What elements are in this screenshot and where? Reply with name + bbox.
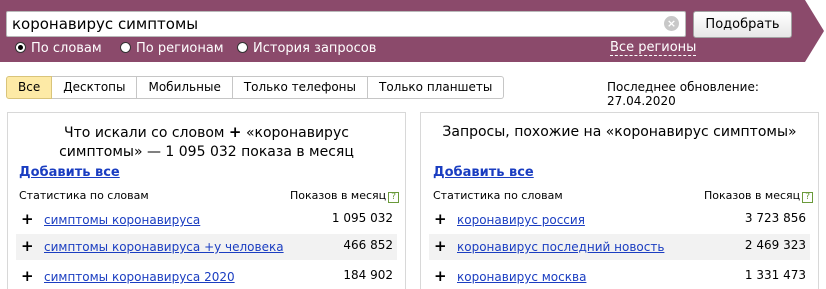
panel-title: Запросы, похожие на «коронавирус симптом… [442, 124, 797, 140]
title-text: Что искали со словом [64, 125, 225, 141]
mode-label: По регионам [136, 41, 224, 56]
impressions-count: 184 902 [343, 268, 393, 282]
add-plus-icon[interactable]: + [434, 267, 447, 285]
add-all-link[interactable]: Добавить все [19, 165, 120, 180]
plus-icon: + [228, 123, 242, 141]
mode-label: История запросов [253, 41, 377, 56]
table-row: + симптомы коронавируса +у человека 466 … [16, 234, 397, 260]
col-count-label: Показов в месяц [290, 189, 387, 202]
related-words-panel: Что искали со словом + «коронавирус симп… [7, 112, 406, 289]
device-tabs: Все Десктопы Мобильные Только телефоны Т… [6, 76, 505, 99]
col-count: Показов в месяц? [290, 189, 400, 203]
panel-subtitle: симптомы» — 1 095 032 показа в месяц [59, 144, 354, 160]
clear-icon[interactable]: × [664, 16, 679, 31]
col-words: Статистика по словам [433, 189, 563, 202]
tab-all[interactable]: Все [6, 76, 53, 99]
table-row: + симптомы коронавируса 2020 184 902 [16, 264, 397, 289]
phrase-link[interactable]: коронавирус москва [457, 269, 586, 285]
search-input[interactable]: коронавирус симптомы [6, 11, 686, 37]
submit-button[interactable]: Подобрать [693, 11, 792, 38]
radio-history[interactable] [237, 42, 248, 53]
add-plus-icon[interactable]: + [21, 237, 34, 255]
add-plus-icon[interactable]: + [21, 210, 34, 228]
col-words: Статистика по словам [19, 189, 149, 202]
add-plus-icon[interactable]: + [434, 210, 447, 228]
add-plus-icon[interactable]: + [434, 237, 447, 255]
impressions-count: 3 723 856 [744, 211, 806, 225]
last-update: Последнее обновление: 27.04.2020 [607, 80, 759, 108]
mode-label: По словам [31, 41, 102, 56]
tab-mobile[interactable]: Мобильные [137, 76, 233, 99]
phrase-link[interactable]: симптомы коронавируса 2020 [44, 269, 235, 285]
col-count: Показов в месяц? [704, 189, 814, 203]
tab-tablets-only[interactable]: Только планшеты [368, 76, 505, 99]
tab-phones-only[interactable]: Только телефоны [232, 76, 368, 99]
phrase-link[interactable]: коронавирус россия [457, 212, 585, 228]
impressions-count: 2 469 323 [744, 238, 806, 252]
table-row: + симптомы коронавируса 1 095 032 [16, 207, 397, 233]
mode-history[interactable]: История запросов [237, 41, 376, 57]
table-row: + коронавирус последний новость 2 469 32… [429, 234, 810, 260]
impressions-count: 1 331 473 [744, 268, 806, 282]
tab-desktops[interactable]: Десктопы [52, 76, 138, 99]
impressions-count: 466 852 [343, 238, 393, 252]
table-row: + коронавирус россия 3 723 856 [429, 207, 810, 233]
similar-queries-panel: Запросы, похожие на «коронавирус симптом… [420, 112, 819, 289]
help-icon[interactable]: ? [388, 192, 400, 203]
phrase-link[interactable]: симптомы коронавируса +у человека [44, 239, 284, 255]
add-all-link[interactable]: Добавить все [433, 165, 534, 180]
mode-by-words[interactable]: По словам [15, 41, 102, 57]
phrase-link[interactable]: коронавирус последний новость [457, 239, 664, 255]
help-icon[interactable]: ? [802, 192, 814, 203]
title-text: «коронавирус [245, 125, 349, 141]
radio-by-words[interactable] [15, 42, 26, 53]
table-row: + коронавирус москва 1 331 473 [429, 264, 810, 289]
mode-by-regions[interactable]: По регионам [120, 41, 224, 57]
impressions-count: 1 095 032 [331, 211, 393, 225]
radio-by-regions[interactable] [120, 42, 131, 53]
add-plus-icon[interactable]: + [21, 267, 34, 285]
phrase-link[interactable]: симптомы коронавируса [44, 212, 200, 228]
panel-title: Что искали со словом + «коронавирус [8, 122, 405, 143]
regions-link[interactable]: Все регионы [610, 41, 697, 56]
col-count-label: Показов в месяц [704, 189, 801, 202]
